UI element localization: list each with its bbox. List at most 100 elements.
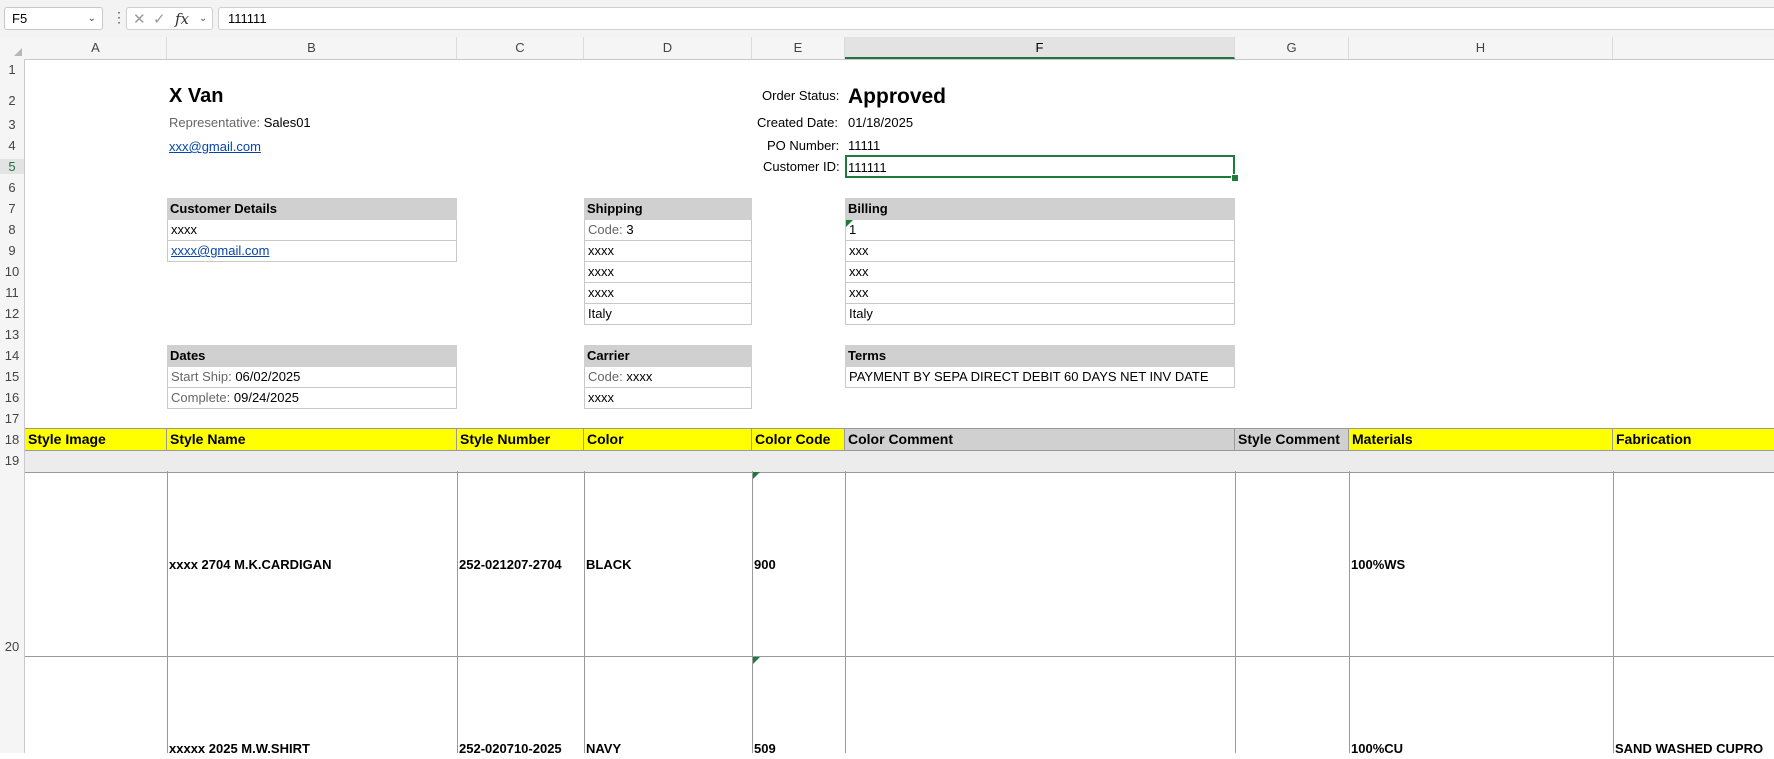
row-header-4[interactable]: 4 xyxy=(0,138,24,153)
shipping-line: xxxx xyxy=(584,283,752,304)
customer-name: xxxx xyxy=(167,220,457,241)
function-icon[interactable]: fx xyxy=(175,10,189,28)
row-header-18[interactable]: 18 xyxy=(0,432,24,447)
billing-line: Italy xyxy=(845,304,1235,325)
col-color-code[interactable]: Color Code xyxy=(752,429,845,450)
select-all-corner[interactable] xyxy=(0,37,25,59)
shipping-line: xxxx xyxy=(584,241,752,262)
row-header-2[interactable]: 2 xyxy=(0,93,24,108)
row-header-11[interactable]: 11 xyxy=(0,285,24,300)
customer-id-label: Customer ID: xyxy=(763,159,840,174)
grid-line xyxy=(1613,471,1614,753)
grid-line xyxy=(167,471,168,753)
col-style-name[interactable]: Style Name xyxy=(167,429,457,450)
grid-line xyxy=(1349,471,1350,753)
customer-email-link[interactable]: xxxx@gmail.com xyxy=(171,243,269,258)
carrier-code-value: xxxx xyxy=(626,369,653,384)
column-header-e[interactable]: E xyxy=(752,37,845,59)
row-header-9[interactable]: 9 xyxy=(0,243,24,258)
row-header-17[interactable]: 17 xyxy=(0,411,24,426)
row-header-5[interactable]: 5 xyxy=(0,159,24,174)
more-options-icon[interactable]: ⋮ xyxy=(112,9,126,26)
complete-label: Complete: xyxy=(171,390,231,405)
column-header-d[interactable]: D xyxy=(584,37,752,59)
row-header-19[interactable]: 19 xyxy=(0,453,24,468)
col-style-number[interactable]: Style Number xyxy=(457,429,584,450)
error-indicator-icon xyxy=(753,472,760,479)
formula-value: 111111 xyxy=(228,11,267,26)
cancel-icon[interactable]: ✕ xyxy=(133,10,146,28)
row-header-16[interactable]: 16 xyxy=(0,390,24,405)
active-cell[interactable]: 111111 xyxy=(845,155,1235,178)
chevron-down-icon[interactable]: ⌄ xyxy=(199,13,207,24)
table-cell: 900 xyxy=(754,557,776,572)
row-header-3[interactable]: 3 xyxy=(0,117,24,132)
column-header-f[interactable]: F xyxy=(845,37,1235,59)
column-header-c[interactable]: C xyxy=(457,37,584,59)
billing-line: 1 xyxy=(845,220,1235,241)
table-cell: 509 xyxy=(754,741,776,756)
row-header-6[interactable]: 6 xyxy=(0,180,24,195)
col-materials[interactable]: Materials xyxy=(1349,429,1613,450)
po-number-value: 11111 xyxy=(848,138,881,153)
row-header-7[interactable]: 7 xyxy=(0,201,24,216)
table-cell: NAVY xyxy=(586,741,622,756)
formula-input[interactable]: 111111 xyxy=(218,7,1774,30)
row-header-1[interactable]: 1 xyxy=(0,62,24,77)
confirm-icon[interactable]: ✓ xyxy=(153,10,166,28)
row-header-15[interactable]: 15 xyxy=(0,369,24,384)
table-cell: 252-020710-2025 xyxy=(459,741,562,756)
billing-line: xxx xyxy=(845,262,1235,283)
row-header-20[interactable]: 20 xyxy=(0,639,24,654)
error-indicator-icon xyxy=(753,657,760,664)
error-indicator-icon xyxy=(846,220,853,227)
column-headers: A B C D E F G H xyxy=(0,37,1774,60)
carrier-code-label: Code: xyxy=(588,369,623,384)
column-header-a[interactable]: A xyxy=(25,37,167,59)
row-header-14[interactable]: 14 xyxy=(0,348,24,363)
col-style-image[interactable]: Style Image xyxy=(25,429,167,450)
created-date-value: 01/18/2025 xyxy=(848,115,914,130)
column-header-b[interactable]: B xyxy=(167,37,457,59)
shipping-line: xxxx xyxy=(584,262,752,283)
grid-line xyxy=(584,471,585,753)
shipping-code-cell: Code: 3 xyxy=(584,220,752,241)
start-ship-label: Start Ship: xyxy=(171,369,232,384)
row-header-13[interactable]: 13 xyxy=(0,327,24,342)
col-color-comment[interactable]: Color Comment xyxy=(845,429,1235,450)
start-ship-value: 06/02/2025 xyxy=(235,369,301,384)
column-header-g[interactable]: G xyxy=(1235,37,1349,59)
complete-value: 09/24/2025 xyxy=(233,390,299,405)
col-fabrication[interactable]: Fabrication xyxy=(1613,429,1774,450)
formula-buttons: ✕ ✓ fx ⌄ xyxy=(126,7,213,30)
order-status-value: Approved xyxy=(848,85,947,108)
table-cell: 100%WS xyxy=(1351,557,1406,572)
terms-value: PAYMENT BY SEPA DIRECT DEBIT 60 DAYS NET… xyxy=(845,367,1235,388)
grid-line xyxy=(752,471,753,753)
order-status-label: Order Status: xyxy=(762,88,840,103)
grid-line xyxy=(1235,471,1236,753)
header-email-link[interactable]: xxx@gmail.com xyxy=(169,139,261,154)
col-color[interactable]: Color xyxy=(584,429,752,450)
po-number-label: PO Number: xyxy=(767,138,840,153)
created-date-label: Created Date: xyxy=(757,115,838,130)
carrier-title: Carrier xyxy=(584,345,752,367)
formula-bar: F5 ⌄ ⋮ ✕ ✓ fx ⌄ 111111 xyxy=(0,0,1774,38)
fill-handle[interactable] xyxy=(1231,174,1239,182)
table-cell: xxxx 2704 M.K.CARDIGAN xyxy=(169,557,332,572)
column-header-i[interactable] xyxy=(1613,37,1774,59)
terms-title: Terms xyxy=(845,345,1235,367)
chevron-down-icon[interactable]: ⌄ xyxy=(88,8,96,29)
row-header-10[interactable]: 10 xyxy=(0,264,24,279)
column-header-h[interactable]: H xyxy=(1349,37,1613,59)
complete-cell: Complete: 09/24/2025 xyxy=(167,388,457,409)
row-header-12[interactable]: 12 xyxy=(0,306,24,321)
row-header-8[interactable]: 8 xyxy=(0,222,24,237)
col-style-comment[interactable]: Style Comment xyxy=(1235,429,1349,450)
table-cell: 100%CU xyxy=(1351,741,1404,756)
customer-id-value: 111111 xyxy=(848,160,887,175)
name-box[interactable]: F5 ⌄ xyxy=(4,7,103,30)
grid-line xyxy=(845,471,846,753)
shipping-code-value: 3 xyxy=(626,222,634,237)
customer-email-cell: xxxx@gmail.com xyxy=(167,241,457,262)
